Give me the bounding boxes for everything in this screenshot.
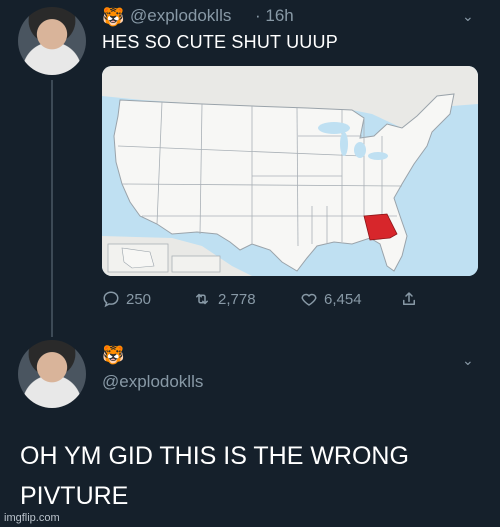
retweet-icon	[196, 293, 208, 305]
tweet-text-line: PIVTURE	[20, 482, 129, 510]
reply-icon	[103, 291, 119, 308]
like-button[interactable]: 6,454	[300, 290, 362, 308]
tweet-text: HES SO CUTE SHUT UUUP	[102, 32, 338, 52]
tweet-text-line: OH YM GID THIS IS THE WRONG	[20, 442, 409, 470]
heart-icon	[301, 293, 317, 306]
retweet-button[interactable]: 2,778	[192, 290, 256, 308]
tiger-emoji-icon: 🐯	[102, 345, 125, 365]
share-button[interactable]	[400, 290, 418, 308]
us-map-image	[102, 66, 478, 276]
thread-line	[51, 80, 53, 337]
avatar[interactable]	[18, 340, 86, 408]
user-handle[interactable]: @explodoklls	[102, 372, 203, 392]
reply-count: 250	[126, 290, 152, 308]
tweet-image-map[interactable]	[102, 66, 478, 276]
tweet-time[interactable]: · 16h	[255, 6, 294, 26]
chevron-down-icon[interactable]: ⌄	[462, 8, 474, 25]
share-icon	[403, 292, 415, 305]
tiger-emoji-icon: 🐯	[102, 7, 125, 27]
retweet-count: 2,778	[218, 290, 256, 308]
reply-button[interactable]: 250	[102, 290, 151, 308]
tweet-text: OH YM GID THIS IS THE WRONG PIVTURE	[20, 436, 409, 516]
avatar[interactable]	[18, 7, 86, 75]
chevron-down-icon[interactable]: ⌄	[462, 352, 474, 369]
tweet-actions: 250 2,778 6,454	[102, 289, 432, 309]
watermark: imgflip.com	[4, 512, 60, 524]
user-handle[interactable]: @explodoklls	[130, 6, 231, 26]
like-count: 6,454	[324, 290, 362, 308]
